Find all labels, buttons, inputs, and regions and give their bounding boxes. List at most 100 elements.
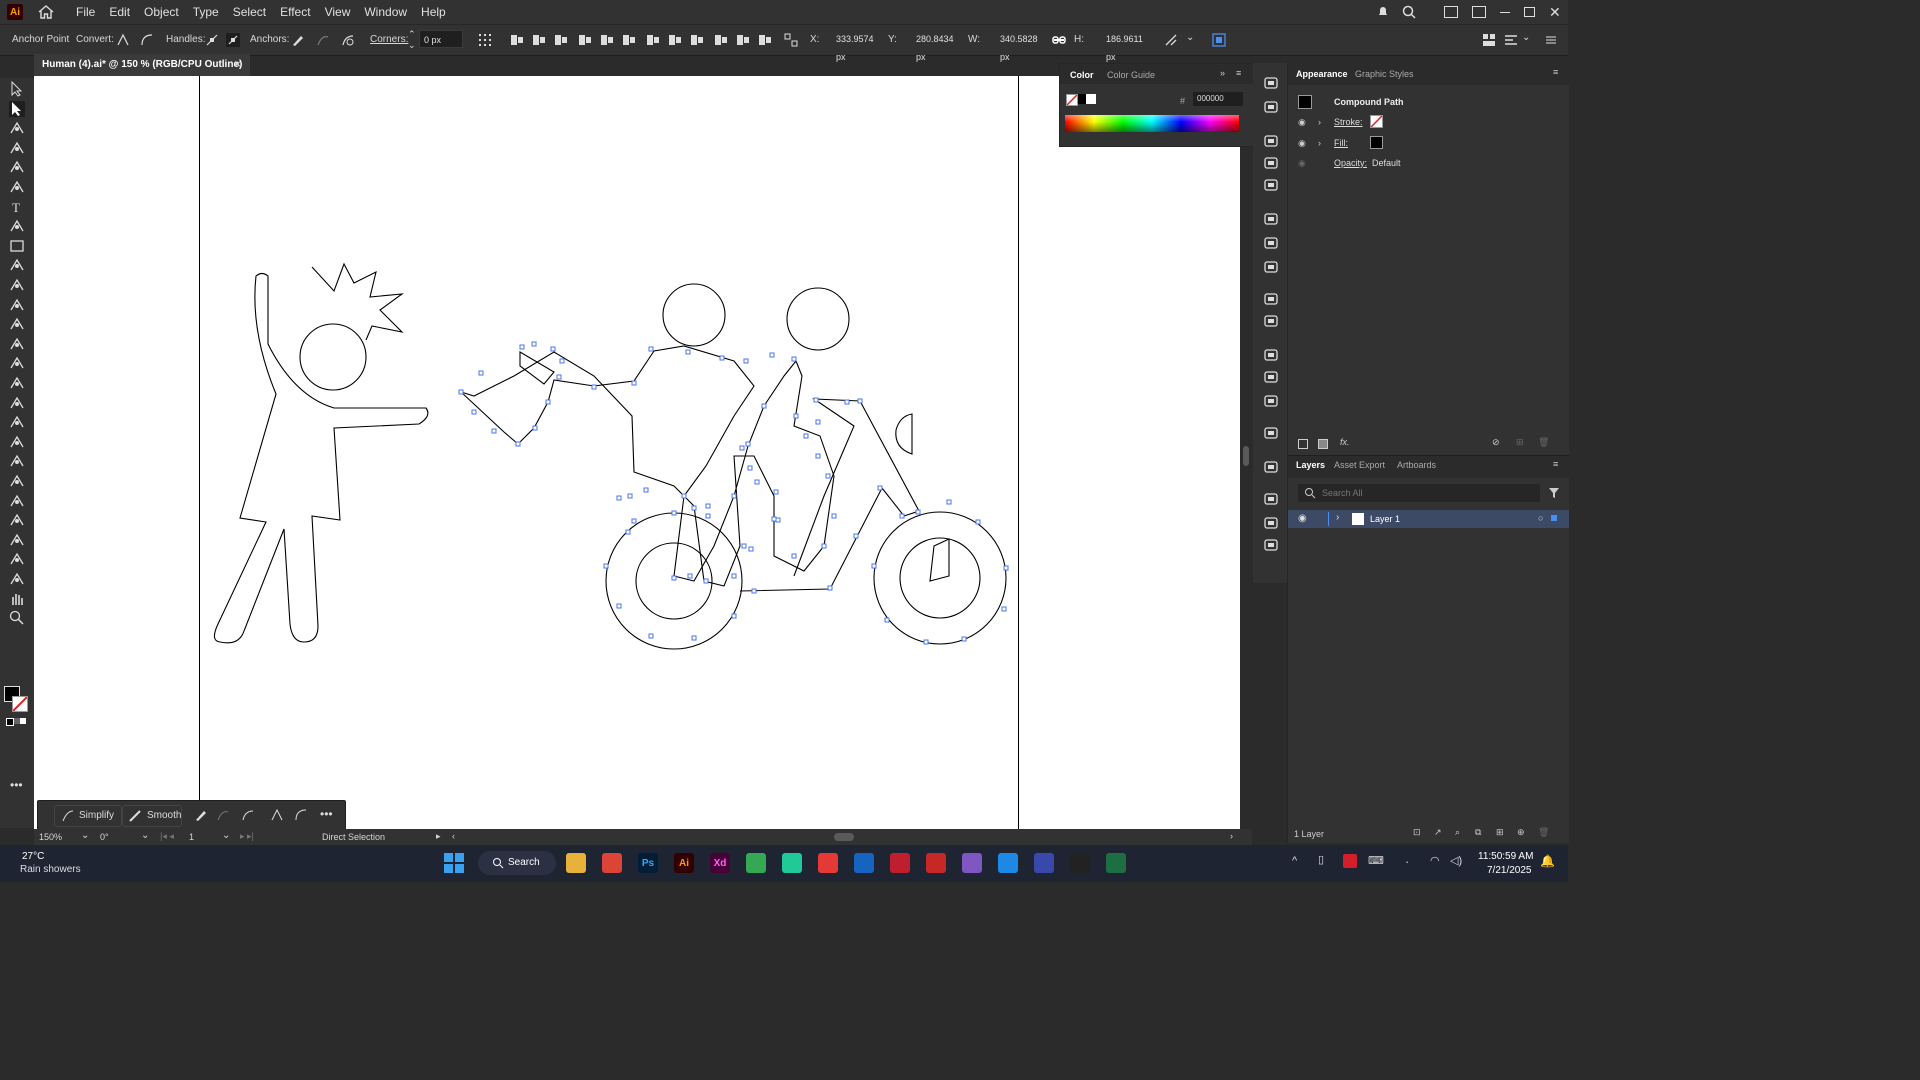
fill-label[interactable]: Fill: xyxy=(1334,138,1348,148)
convert-corner-icon[interactable] xyxy=(116,33,130,47)
chevron-down-icon[interactable]: ⌄ xyxy=(1186,32,1194,43)
hand-tool-icon[interactable] xyxy=(9,591,25,607)
remove-anchor-icon[interactable] xyxy=(290,33,304,47)
collapse-panel-icon[interactable]: » xyxy=(1220,68,1225,78)
links-icon[interactable] xyxy=(1263,459,1279,475)
slice-tool-icon[interactable] xyxy=(9,571,25,587)
smooth-button[interactable]: Smooth xyxy=(122,805,182,827)
app-star-icon[interactable] xyxy=(962,853,982,873)
menu-effect[interactable]: Effect xyxy=(273,5,317,19)
taskbar-search[interactable]: Search xyxy=(478,851,556,875)
artboard-tool-icon[interactable] xyxy=(9,551,25,567)
width-tool-icon[interactable] xyxy=(9,355,25,371)
stroke-none-swatch[interactable] xyxy=(1370,115,1383,128)
lasso-tool-icon[interactable] xyxy=(9,140,25,156)
vertical-scroll-thumb[interactable] xyxy=(1243,446,1249,466)
control-menu-icon[interactable] xyxy=(1544,33,1558,47)
app-green-icon[interactable] xyxy=(746,853,766,873)
symbol-sprayer-tool-icon[interactable] xyxy=(9,512,25,528)
transform-options-icon[interactable] xyxy=(1164,33,1178,47)
tab-appearance[interactable]: Appearance xyxy=(1296,69,1348,79)
more-tools-icon[interactable]: ••• xyxy=(10,778,23,792)
rectangle-tool-icon[interactable] xyxy=(9,238,25,254)
language-icon[interactable]: ㆍ xyxy=(1402,854,1412,870)
canva-icon[interactable] xyxy=(782,853,802,873)
artboard-field[interactable]: 1 xyxy=(189,832,194,842)
clipping-mask-icon[interactable]: ⧉ xyxy=(1475,827,1481,838)
fontforge-icon[interactable] xyxy=(854,853,874,873)
character-icon[interactable] xyxy=(1263,491,1279,507)
workspace-icon[interactable] xyxy=(1444,6,1458,18)
character-styles-icon[interactable] xyxy=(1263,425,1279,441)
color-spectrum[interactable] xyxy=(1065,115,1239,132)
w-field[interactable]: 340.5828 px xyxy=(996,30,1048,62)
menu-edit[interactable]: Edit xyxy=(102,5,137,19)
filezilla-icon[interactable] xyxy=(890,853,910,873)
color-mode-icon[interactable] xyxy=(6,718,14,726)
layers-search-box[interactable]: Search All xyxy=(1298,484,1540,502)
windows-start-icon[interactable] xyxy=(444,853,464,873)
show-handles-icon[interactable] xyxy=(205,33,219,47)
canvas[interactable] xyxy=(34,76,1240,829)
eraser-tool-icon[interactable] xyxy=(9,297,25,313)
stroke-swatch[interactable] xyxy=(12,696,28,712)
layers-search-input[interactable]: Search All xyxy=(1322,488,1363,498)
chevron-down-icon[interactable]: ⌄ xyxy=(81,830,89,841)
add-new-stroke-icon[interactable] xyxy=(1298,439,1308,449)
selection-indicator[interactable] xyxy=(1551,515,1557,521)
align-center-h-icon[interactable] xyxy=(532,33,546,47)
menu-type[interactable]: Type xyxy=(186,5,226,19)
simplify-button[interactable]: Simplify xyxy=(54,805,122,827)
y-field[interactable]: 280.8434 px xyxy=(912,30,964,62)
distribute-center-v-icon[interactable] xyxy=(668,33,682,47)
align-panel-icon[interactable] xyxy=(1504,33,1518,47)
clock-date[interactable]: 7/21/2025 xyxy=(1487,865,1532,876)
blend-tool-icon[interactable] xyxy=(9,493,25,509)
link-icon[interactable] xyxy=(1052,33,1066,47)
eye-icon[interactable]: ◉ xyxy=(1298,513,1307,524)
distribute-bottom-icon[interactable] xyxy=(690,33,704,47)
gradient-tool-icon[interactable] xyxy=(9,453,25,469)
xd-icon[interactable]: Xd xyxy=(710,853,730,873)
eyedropper-tool-icon[interactable] xyxy=(9,473,25,489)
excel-icon[interactable] xyxy=(1106,853,1126,873)
tab-color-guide[interactable]: Color Guide xyxy=(1107,70,1155,80)
notifications-icon[interactable]: 🔔 xyxy=(1540,854,1555,868)
cut-path-icon[interactable] xyxy=(241,808,255,822)
tray-chevron-icon[interactable]: ^ xyxy=(1292,855,1297,867)
free-transform-tool-icon[interactable] xyxy=(9,375,25,391)
menu-object[interactable]: Object xyxy=(137,5,186,19)
tab-color[interactable]: Color xyxy=(1070,70,1094,80)
eye-icon[interactable]: ◉ xyxy=(1298,138,1306,149)
vertical-scrollbar[interactable] xyxy=(1240,76,1252,829)
volume-icon[interactable]: ◁) xyxy=(1450,854,1462,867)
properties-icon[interactable] xyxy=(1263,99,1279,115)
chevron-right-icon[interactable]: › xyxy=(1318,117,1321,127)
cut-path-icon[interactable] xyxy=(341,33,355,47)
distribute-spacing-icon[interactable] xyxy=(784,33,798,47)
paintbrush-tool-icon[interactable] xyxy=(9,257,25,273)
type-tool-icon[interactable]: T xyxy=(9,199,25,215)
white-swatch[interactable] xyxy=(1086,94,1096,104)
distribute-center-h-icon[interactable] xyxy=(736,33,750,47)
gradient-panel-icon[interactable] xyxy=(1263,235,1279,251)
shaper-tool-icon[interactable] xyxy=(9,277,25,293)
document-info-icon[interactable] xyxy=(1263,313,1279,329)
restore-icon[interactable] xyxy=(1524,7,1535,17)
align-right-icon[interactable] xyxy=(554,33,568,47)
scroll-left-icon[interactable]: ‹ xyxy=(452,831,455,841)
opacity-label[interactable]: Opacity: xyxy=(1334,158,1367,168)
hide-handles-icon[interactable] xyxy=(226,33,240,47)
photoshop-icon[interactable]: Ps xyxy=(638,853,658,873)
app-red-icon[interactable] xyxy=(818,853,838,873)
mesh-tool-icon[interactable] xyxy=(9,434,25,450)
zoom-field[interactable]: 150% xyxy=(39,832,62,842)
arrange-icon[interactable] xyxy=(1482,33,1496,47)
chevron-right-icon[interactable]: › xyxy=(1318,138,1321,148)
libraries-icon[interactable] xyxy=(1263,75,1279,91)
line-tool-icon[interactable] xyxy=(9,218,25,234)
curvature-tool-icon[interactable] xyxy=(9,179,25,195)
opentype-icon[interactable] xyxy=(1263,537,1279,553)
corners-field[interactable]: 0 px xyxy=(419,30,463,48)
close-window-icon[interactable]: ✕ xyxy=(1549,4,1561,21)
